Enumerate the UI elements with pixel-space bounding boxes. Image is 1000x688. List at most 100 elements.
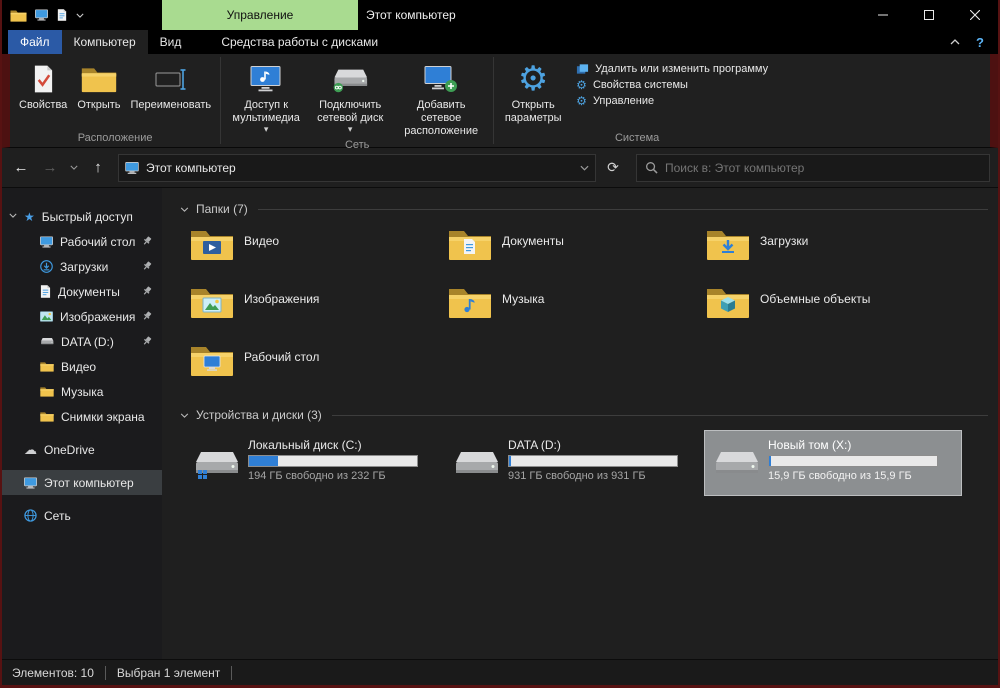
drives-grid: Локальный диск (C:) 194 ГБ свободно из 2… xyxy=(184,430,988,496)
system-properties-button[interactable]: ⚙ Свойства системы xyxy=(576,79,768,91)
system-drive-icon xyxy=(192,446,240,490)
network-drive-icon xyxy=(331,61,369,97)
sidebar-item-videos[interactable]: Видео xyxy=(2,354,162,379)
section-chevron-icon[interactable] xyxy=(180,413,189,418)
quick-access-toolbar xyxy=(35,9,84,21)
file-list-area: Папки (7) Видео xyxy=(162,188,998,659)
folder-tile-3d-objects[interactable]: Объемные объекты xyxy=(700,282,958,340)
add-network-location-button[interactable]: Добавить сетевое расположение xyxy=(393,57,489,138)
drive-usage-bar xyxy=(768,455,938,467)
properties-icon[interactable] xyxy=(57,9,67,21)
drive-tile-d[interactable]: DATA (D:) 931 ГБ свободно из 931 ГБ xyxy=(444,430,702,496)
folder-tile-pictures[interactable]: Изображения xyxy=(184,282,442,340)
sidebar-item-downloads[interactable]: Загрузки xyxy=(2,254,162,279)
add-network-location-icon xyxy=(424,61,458,97)
sidebar-item-music[interactable]: Музыка xyxy=(2,379,162,404)
drive-icon xyxy=(712,446,760,490)
sidebar-item-documents[interactable]: Документы xyxy=(2,279,162,304)
sidebar-quick-access[interactable]: ★ Быстрый доступ xyxy=(2,204,162,229)
sidebar-item-screenshots[interactable]: Снимки экрана xyxy=(2,404,162,429)
drive-name: Локальный диск (C:) xyxy=(248,438,418,452)
sidebar-item-desktop[interactable]: Рабочий стол xyxy=(2,229,162,254)
manage-contextual-tab[interactable]: Управление xyxy=(162,0,358,30)
folder-tile-videos[interactable]: Видео xyxy=(184,224,442,282)
folder-icon xyxy=(40,411,54,422)
videos-folder-icon xyxy=(190,227,234,261)
drive-free-space: 931 ГБ свободно из 931 ГБ xyxy=(508,470,678,482)
tab-disk-tools[interactable]: Средства работы с дисками xyxy=(209,30,390,54)
manage-gear-icon: ⚙ xyxy=(576,95,587,107)
address-chevron-down-icon[interactable] xyxy=(580,165,589,171)
properties-button[interactable]: Свойства xyxy=(14,57,72,131)
ribbon-group-system: ⚙ Открыть параметры Удалить или изменить… xyxy=(494,54,780,147)
3d-objects-folder-icon xyxy=(706,285,750,319)
help-icon[interactable]: ? xyxy=(976,35,984,50)
items-count: Элементов: 10 xyxy=(12,666,94,680)
drive-free-space: 194 ГБ свободно из 232 ГБ xyxy=(248,470,418,482)
pc-icon[interactable] xyxy=(35,9,48,21)
minimize-button[interactable] xyxy=(860,0,906,30)
chevron-down-icon[interactable] xyxy=(9,213,17,218)
folder-tile-music[interactable]: Музыка xyxy=(442,282,700,340)
navigation-pane: ★ Быстрый доступ Рабочий стол Загрузки xyxy=(2,188,162,659)
manage-button[interactable]: ⚙ Управление xyxy=(576,95,768,107)
section-chevron-icon[interactable] xyxy=(180,207,189,212)
open-button[interactable]: Открыть xyxy=(72,57,125,131)
folder-tile-downloads[interactable]: Загрузки xyxy=(700,224,958,282)
pin-icon xyxy=(142,236,152,246)
tab-computer[interactable]: Компьютер xyxy=(62,30,148,54)
forward-icon[interactable]: → xyxy=(37,155,63,181)
dropdown-arrow-icon: ▾ xyxy=(264,125,269,134)
sidebar-item-data-drive[interactable]: DATA (D:) xyxy=(2,329,162,354)
pin-icon xyxy=(142,311,152,321)
address-bar[interactable]: Этот компьютер xyxy=(118,154,596,182)
drive-name: DATA (D:) xyxy=(508,438,678,452)
search-icon xyxy=(645,161,658,174)
drive-icon xyxy=(452,446,500,490)
group-label-location: Расположение xyxy=(14,131,216,147)
close-button[interactable] xyxy=(952,0,998,30)
folder-icon xyxy=(40,361,54,372)
rename-button[interactable]: Переименовать xyxy=(126,57,217,131)
documents-folder-icon xyxy=(448,227,492,261)
titlebar: Управление Этот компьютер xyxy=(2,0,998,30)
explorer-app-icon xyxy=(10,9,27,22)
sidebar-this-pc[interactable]: Этот компьютер xyxy=(2,470,162,495)
tab-view[interactable]: Вид xyxy=(148,30,194,54)
selection-count: Выбран 1 элемент xyxy=(117,666,220,680)
downloads-icon xyxy=(40,260,53,273)
sidebar-item-pictures[interactable]: Изображения xyxy=(2,304,162,329)
qat-chevron-down-icon[interactable] xyxy=(76,13,84,18)
settings-gear-icon: ⚙ xyxy=(518,61,548,97)
media-access-button[interactable]: Доступ к мультимедиа ▾ xyxy=(225,57,307,138)
media-access-icon xyxy=(249,61,283,97)
recent-locations-chevron-icon[interactable] xyxy=(66,155,82,181)
map-network-drive-button[interactable]: Подключить сетевой диск ▾ xyxy=(307,57,393,138)
this-pc-icon xyxy=(24,477,37,489)
onedrive-cloud-icon: ☁ xyxy=(24,442,37,458)
status-divider xyxy=(105,666,106,680)
up-icon[interactable]: ↑ xyxy=(85,155,111,181)
drive-tile-x-selected[interactable]: Новый том (X:) 15,9 ГБ свободно из 15,9 … xyxy=(704,430,962,496)
desktop-icon xyxy=(40,236,53,248)
drive-tile-c[interactable]: Локальный диск (C:) 194 ГБ свободно из 2… xyxy=(184,430,442,496)
pictures-icon xyxy=(40,311,53,322)
navigation-bar: ← → ↑ Этот компьютер ⟳ xyxy=(2,148,998,188)
ribbon: Свойства Открыть xyxy=(2,54,998,148)
open-settings-button[interactable]: ⚙ Открыть параметры xyxy=(498,57,568,131)
tab-file[interactable]: Файл xyxy=(8,30,62,54)
collapse-ribbon-icon[interactable] xyxy=(950,39,960,45)
search-input[interactable] xyxy=(665,161,981,175)
ribbon-group-location: Свойства Открыть xyxy=(10,54,220,147)
folder-tile-documents[interactable]: Документы xyxy=(442,224,700,282)
refresh-icon[interactable]: ⟳ xyxy=(599,154,627,182)
sidebar-onedrive[interactable]: ☁ OneDrive xyxy=(2,437,162,462)
maximize-button[interactable] xyxy=(906,0,952,30)
drive-usage-bar xyxy=(248,455,418,467)
sidebar-network[interactable]: Сеть xyxy=(2,503,162,528)
folder-tile-desktop[interactable]: Рабочий стол xyxy=(184,340,442,398)
back-icon[interactable]: ← xyxy=(8,155,34,181)
quick-access-star-icon: ★ xyxy=(24,210,35,224)
uninstall-program-button[interactable]: Удалить или изменить программу xyxy=(576,63,768,75)
address-text: Этот компьютер xyxy=(146,161,573,175)
